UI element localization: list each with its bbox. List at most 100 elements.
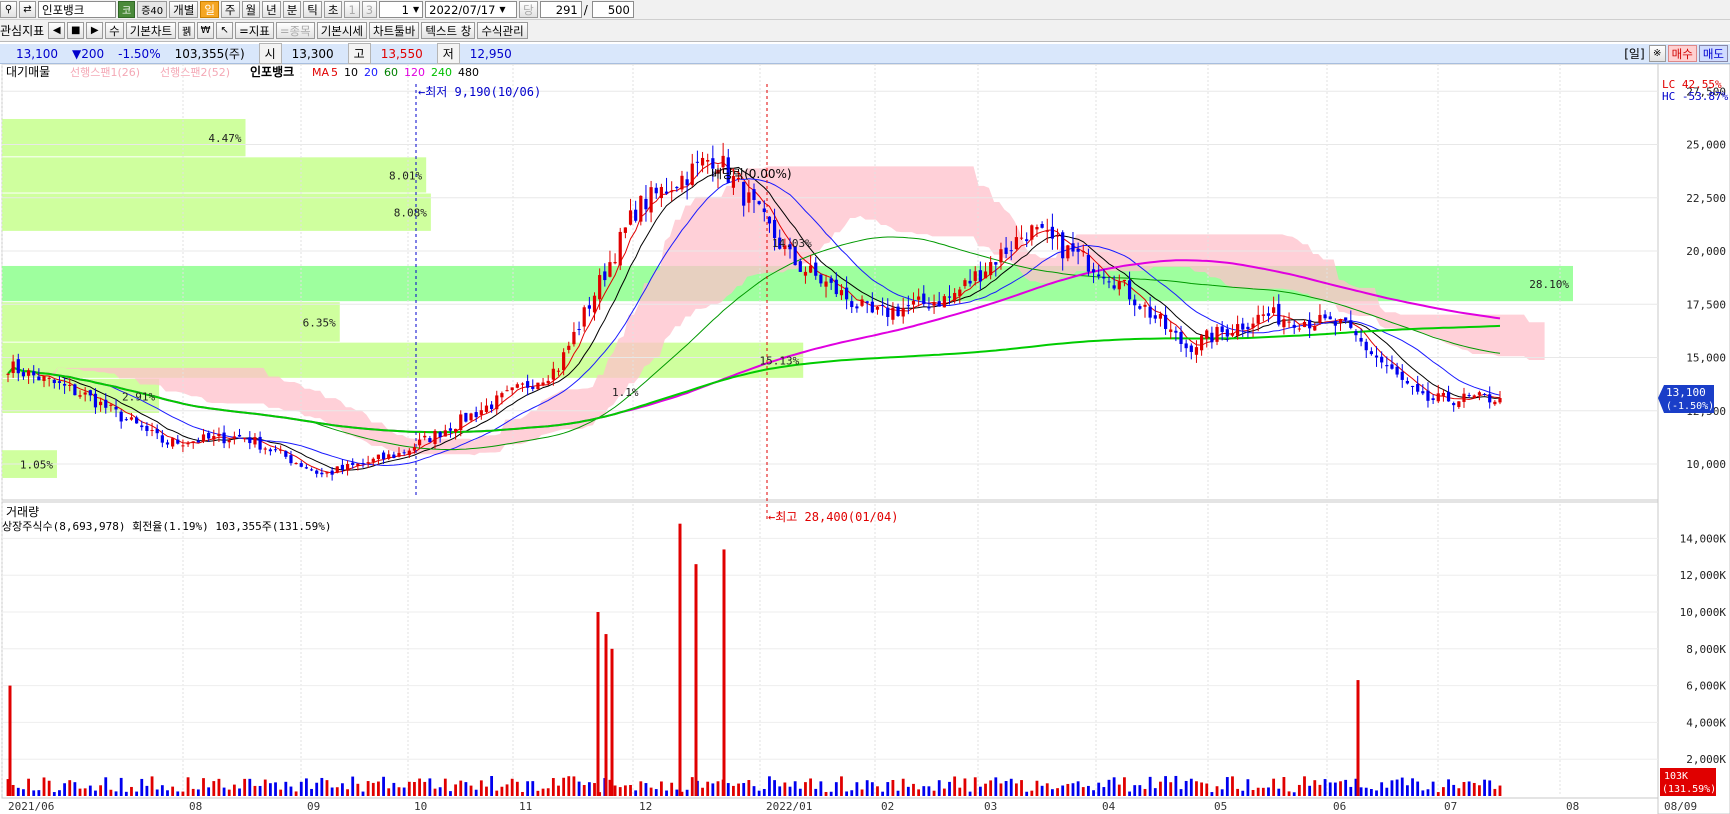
candle-body bbox=[11, 361, 15, 374]
volume-bar bbox=[387, 788, 391, 796]
refresh-icon[interactable]: ⇄ bbox=[19, 1, 36, 18]
text-window-button[interactable]: 텍스트 창 bbox=[421, 22, 476, 39]
candle-body bbox=[675, 186, 679, 189]
period-day-button[interactable]: 일 bbox=[200, 1, 219, 18]
volume-bar bbox=[1405, 785, 1409, 796]
stock-name-input[interactable]: 인포뱅크 bbox=[38, 1, 116, 18]
candle-body bbox=[742, 181, 746, 206]
cursor-icon[interactable]: ↖ bbox=[216, 22, 234, 39]
volume-bar bbox=[145, 785, 149, 796]
volume-bar bbox=[510, 778, 514, 796]
volume-bar bbox=[855, 782, 859, 796]
volume-bar bbox=[505, 784, 509, 796]
view-count-input[interactable]: 291 bbox=[539, 1, 582, 18]
candle-body bbox=[531, 386, 535, 389]
candle-body bbox=[289, 455, 293, 464]
indicator-menu[interactable]: 관심지표 bbox=[0, 22, 44, 39]
volume-bar bbox=[1148, 776, 1152, 796]
candle-body bbox=[119, 411, 123, 422]
candle-body bbox=[721, 155, 725, 168]
chart-toolbar-button[interactable]: 차트툴바 bbox=[369, 22, 420, 39]
volume-bar bbox=[1385, 787, 1389, 796]
chart-area[interactable]: 2021/06 08 09 10 11 12 2022/01 02 03 04 05 06 07 08 08… bbox=[0, 64, 1730, 814]
unit-3-button[interactable]: 3 bbox=[361, 1, 378, 18]
candle-body bbox=[1452, 403, 1456, 406]
dang-button[interactable]: 당 bbox=[519, 1, 538, 18]
volume-bar bbox=[1225, 777, 1229, 796]
volume-bar bbox=[459, 780, 463, 796]
volume-bar bbox=[994, 777, 998, 796]
candle-body bbox=[1220, 326, 1224, 332]
period-second-button[interactable]: 초 bbox=[323, 1, 343, 18]
volume-bar bbox=[845, 791, 849, 796]
legend-span2: 선행스팬2(52) bbox=[160, 66, 230, 79]
chevron-down-icon: ▼ bbox=[412, 5, 420, 14]
volume-bar bbox=[11, 784, 15, 796]
candle-body bbox=[1148, 306, 1152, 318]
candle-body bbox=[258, 436, 262, 450]
candle-body bbox=[1189, 345, 1193, 352]
date-select[interactable]: 2022/07/17 ▼ bbox=[425, 1, 518, 18]
supply-zone-label: 4.47% bbox=[208, 132, 241, 145]
period-year-button[interactable]: 년 bbox=[262, 1, 281, 18]
period-month-button[interactable]: 월 bbox=[241, 1, 261, 18]
count-select[interactable]: 1 ▼ bbox=[379, 1, 424, 18]
volume-spike-bar bbox=[722, 549, 726, 796]
unit-1-button[interactable]: 1 bbox=[344, 1, 360, 18]
volume-spike-bar bbox=[1356, 680, 1360, 796]
candle-body bbox=[423, 435, 427, 438]
supply-zone-bar bbox=[2, 193, 431, 231]
total-count-input[interactable]: 500 bbox=[591, 1, 634, 18]
sell-button[interactable]: 매도 bbox=[1698, 45, 1728, 62]
volume-bar bbox=[618, 787, 622, 796]
basic-chart-button[interactable]: 기본차트 bbox=[125, 22, 177, 39]
symbol-button[interactable]: =종목 bbox=[275, 22, 315, 39]
basic-quote-button[interactable]: 기본시세 bbox=[316, 22, 368, 39]
volume-bar bbox=[798, 788, 802, 796]
settings-icon[interactable]: ※ bbox=[1648, 45, 1666, 62]
period-tick-button[interactable]: 틱 bbox=[303, 1, 322, 18]
candle-body bbox=[639, 195, 643, 222]
volume-spike-bar bbox=[610, 648, 614, 796]
won-icon[interactable]: ₩ bbox=[197, 22, 215, 39]
indicator-button[interactable]: =지표 bbox=[235, 22, 274, 39]
volume-bar bbox=[1488, 780, 1492, 796]
volume-bar bbox=[94, 790, 97, 796]
prev-icon[interactable]: ◀ bbox=[48, 22, 66, 39]
volume-bar bbox=[1087, 785, 1090, 796]
volume-bar bbox=[52, 792, 56, 796]
candle-body bbox=[1086, 254, 1091, 272]
search-icon[interactable]: ⚲ bbox=[0, 1, 17, 18]
period-week-button[interactable]: 주 bbox=[220, 1, 240, 18]
volume-bar bbox=[1066, 783, 1070, 796]
formula-button[interactable]: 수식관리 bbox=[477, 22, 528, 39]
candle-icon[interactable]: 꿹 bbox=[178, 22, 196, 39]
candle-body bbox=[109, 404, 113, 406]
next-icon[interactable]: ▶ bbox=[86, 22, 104, 39]
su-button[interactable]: 수 bbox=[105, 22, 124, 39]
candle-body bbox=[268, 449, 272, 452]
volume-bar bbox=[824, 791, 828, 796]
candle-body bbox=[1066, 245, 1070, 259]
individual-button[interactable]: 개별 bbox=[169, 1, 199, 18]
period-minute-button[interactable]: 분 bbox=[282, 1, 302, 18]
volume-bar bbox=[377, 781, 380, 796]
volume-bar bbox=[927, 786, 931, 796]
volume-bar bbox=[623, 785, 627, 796]
volume-bar bbox=[685, 789, 689, 796]
candle-body bbox=[541, 382, 545, 386]
candle-body bbox=[1179, 331, 1183, 344]
candle-body bbox=[829, 278, 833, 283]
candle-body bbox=[351, 462, 355, 465]
candle-body bbox=[88, 390, 92, 396]
buy-button[interactable]: 매수 bbox=[1667, 45, 1697, 62]
legend-stock: 인포뱅크 bbox=[250, 64, 294, 79]
candle-body bbox=[309, 469, 314, 471]
dividend-annotation: 배당락(0.00%) bbox=[711, 167, 792, 181]
candle-body bbox=[484, 405, 489, 413]
candle-body bbox=[608, 262, 612, 277]
stop-icon[interactable]: ■ bbox=[67, 22, 85, 39]
volume-spike-bar bbox=[596, 612, 600, 796]
candle-body bbox=[1045, 230, 1049, 232]
candle-body bbox=[572, 331, 576, 345]
